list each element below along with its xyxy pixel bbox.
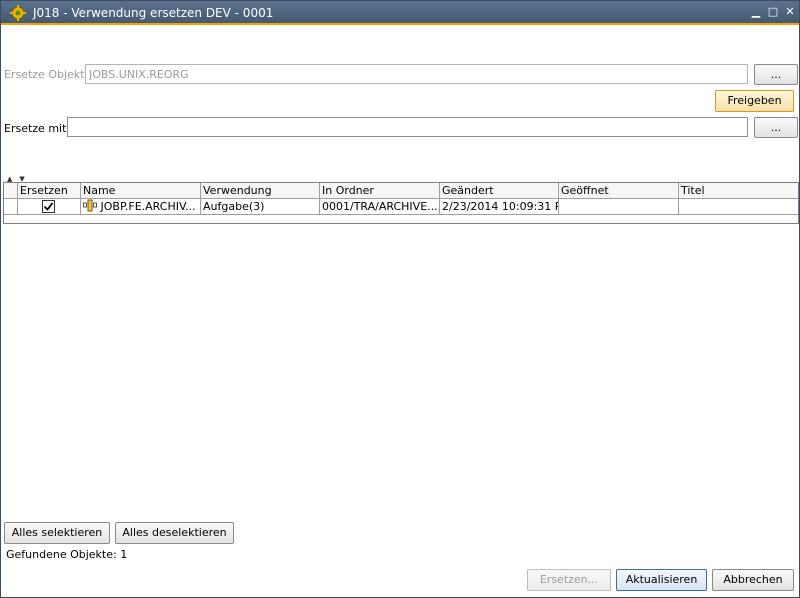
folder-cell: 0001/TRA/ARCHIVE.... <box>320 199 440 215</box>
replace-checkbox-cell[interactable] <box>18 199 81 215</box>
refresh-button[interactable]: Aktualisieren <box>616 569 707 591</box>
column-header-geaendert[interactable]: Geändert <box>440 183 559 199</box>
select-all-button[interactable]: Alles selektieren <box>4 522 110 544</box>
browse-replacement-button[interactable]: ... <box>754 117 798 138</box>
changed-cell: 2/23/2014 10:09:31 PM <box>440 199 559 215</box>
replace-object-field[interactable] <box>85 64 748 84</box>
column-header-geoeffnet[interactable]: Geöffnet <box>559 183 679 199</box>
replace-button[interactable]: Ersetzen... <box>527 569 611 591</box>
replace-checkbox[interactable] <box>42 200 55 213</box>
row-header-corner <box>4 183 18 199</box>
column-header-verwendung[interactable]: Verwendung <box>201 183 320 199</box>
replace-with-label: Ersetze mit: <box>4 122 71 135</box>
minimize-button[interactable]: ▁ <box>749 5 763 19</box>
object-name: JOBP.FE.ARCHIV... <box>100 200 196 213</box>
usage-cell: Aufgabe(3) <box>201 199 320 215</box>
usage-table: Ersetzen Name Verwendung In Ordner Geänd… <box>3 182 799 224</box>
column-header-ordner[interactable]: In Ordner <box>320 183 440 199</box>
table-header-row: Ersetzen Name Verwendung In Ordner Geänd… <box>4 183 798 199</box>
table-row[interactable]: JOBP.FE.ARCHIV... Aufgabe(3) 0001/TRA/AR… <box>4 199 798 215</box>
browse-object-button[interactable]: ... <box>754 64 798 85</box>
title-cell <box>679 199 798 215</box>
close-button[interactable]: ✕ <box>783 5 797 19</box>
deselect-all-button[interactable]: Alles deselektieren <box>115 522 234 544</box>
gear-icon <box>10 5 26 21</box>
row-selector[interactable] <box>4 199 18 215</box>
replace-object-label: Ersetze Objekt: <box>4 68 89 81</box>
column-header-ersetzen[interactable]: Ersetzen <box>18 183 81 199</box>
column-header-titel[interactable]: Titel <box>679 183 798 199</box>
replace-with-field[interactable] <box>67 117 748 137</box>
dialog-window: J018 - Verwendung ersetzen DEV - 0001 ▁ … <box>0 0 800 598</box>
job-icon <box>83 199 97 212</box>
maximize-button[interactable]: □ <box>766 5 780 19</box>
name-cell[interactable]: JOBP.FE.ARCHIV... <box>81 199 201 215</box>
release-button[interactable]: Freigeben <box>715 90 794 112</box>
column-header-name[interactable]: Name <box>81 183 201 199</box>
found-objects-status: Gefundene Objekte: 1 <box>6 548 128 561</box>
window-title: J018 - Verwendung ersetzen DEV - 0001 <box>33 6 274 20</box>
title-bar[interactable]: J018 - Verwendung ersetzen DEV - 0001 ▁ … <box>1 1 799 25</box>
opened-cell <box>559 199 679 215</box>
cancel-button[interactable]: Abbrechen <box>712 569 794 591</box>
